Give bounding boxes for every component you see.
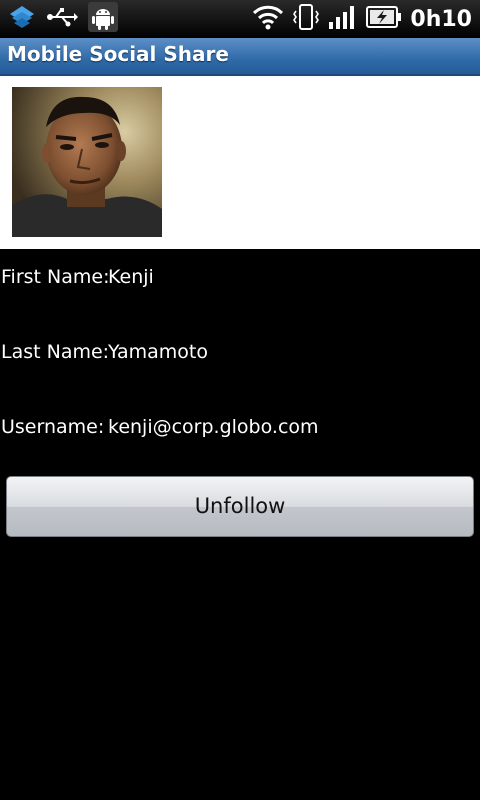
signal-icon [328, 4, 358, 34]
app-title-bar: Mobile Social Share [0, 38, 480, 76]
usb-icon [46, 6, 78, 32]
battery-charging-icon [366, 5, 402, 33]
status-bar-notifications [8, 2, 118, 36]
vibrate-icon [292, 3, 320, 35]
profile-photo-area [0, 76, 480, 249]
android-debug-icon [88, 2, 118, 36]
avatar [12, 87, 162, 237]
app-title: Mobile Social Share [7, 42, 229, 66]
wifi-icon [252, 4, 284, 34]
status-time: 0h10 [410, 6, 472, 32]
username-value: kenji@corp.globo.com [108, 416, 319, 438]
unfollow-button[interactable]: Unfollow [6, 476, 474, 537]
first-name-value: Kenji [108, 266, 154, 288]
status-bar-system: 0h10 [252, 4, 472, 34]
last-name-value: Yamamoto [108, 341, 208, 363]
status-bar: 0h10 [0, 0, 480, 38]
last-name-label: Last Name: [1, 341, 110, 363]
dropbox-icon [8, 4, 36, 34]
first-name-label: First Name: [1, 266, 110, 288]
username-label: Username: [1, 416, 105, 438]
